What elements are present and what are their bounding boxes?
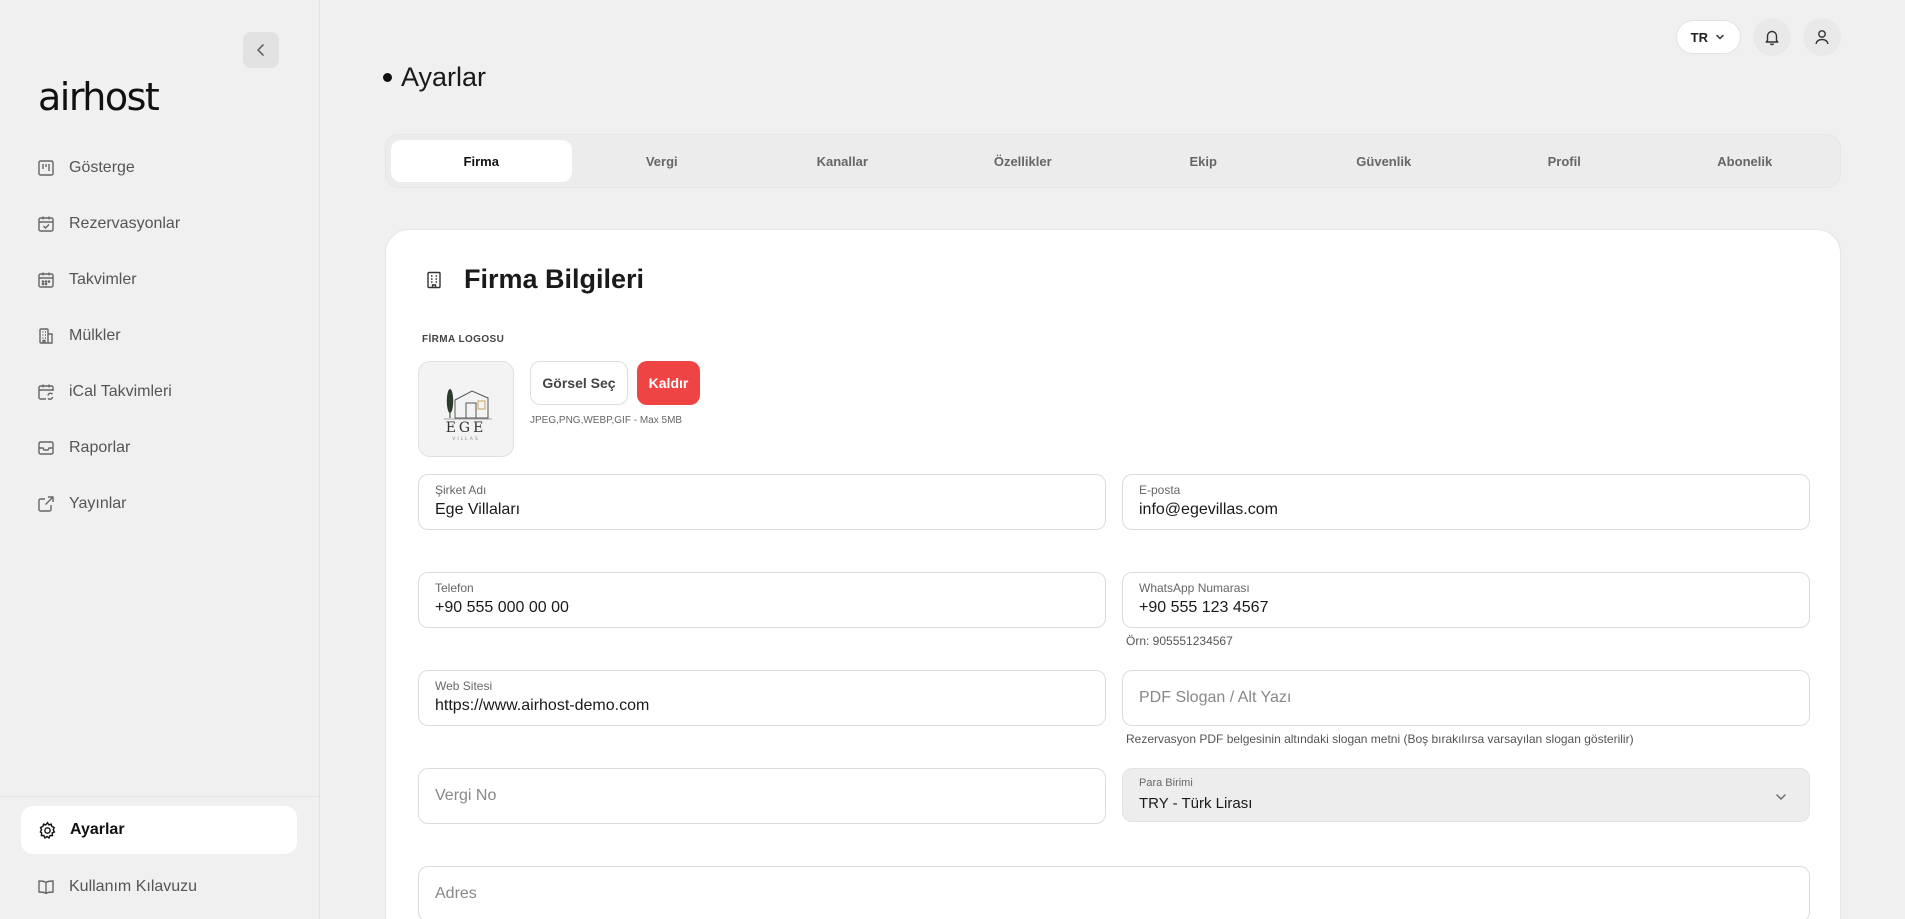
svg-text:EGE: EGE <box>446 420 487 436</box>
sidebar-item-kullanim-kilavuzu[interactable]: Kullanım Kılavuzu <box>0 859 320 915</box>
external-link-icon <box>36 494 56 514</box>
settings-tabs: Firma Vergi Kanallar Özellikler Ekip Güv… <box>385 134 1841 188</box>
chevron-down-icon <box>1776 794 1786 800</box>
sidebar-item-label: Rezervasyonlar <box>69 215 181 232</box>
language-selector[interactable]: TR <box>1675 20 1741 54</box>
dashboard-icon <box>36 158 56 178</box>
building-icon <box>422 268 446 292</box>
tax-no-field[interactable]: Vergi No <box>418 768 1106 824</box>
sidebar-item-label: Mülkler <box>69 327 121 344</box>
page-title: Ayarlar <box>383 62 486 93</box>
remove-image-button[interactable]: Kaldır <box>637 361 700 405</box>
whatsapp-hint: Örn: 905551234567 <box>1126 634 1233 648</box>
tab-profil[interactable]: Profil <box>1474 140 1655 182</box>
company-name-field[interactable]: Şirket Adı Ege Villaları <box>418 474 1106 530</box>
tax-no-input[interactable]: Vergi No <box>435 777 1089 815</box>
company-logo-preview: EGE VILLAS <box>418 361 514 457</box>
select-image-button[interactable]: Görsel Seç <box>530 361 628 405</box>
sidebar-item-label: Yayınlar <box>69 495 127 512</box>
pdf-slogan-input[interactable]: PDF Slogan / Alt Yazı <box>1139 679 1793 717</box>
sidebar-divider <box>0 796 320 797</box>
address-field[interactable]: Adres <box>418 866 1810 919</box>
logo-text: airhost <box>38 75 160 119</box>
calendar-icon <box>36 270 56 290</box>
sidebar-item-mulkler[interactable]: Mülkler <box>0 308 320 364</box>
calendar-check-icon <box>36 214 56 234</box>
language-label: TR <box>1690 29 1708 45</box>
notifications-button[interactable] <box>1753 18 1791 56</box>
title-bullet <box>383 73 392 82</box>
sidebar-item-takvimler[interactable]: Takvimler <box>0 252 320 308</box>
logo-section-label: FİRMA LOGOSU <box>422 334 505 345</box>
currency-value: TRY - Türk Lirası <box>1139 795 1253 812</box>
tab-guvenlik[interactable]: Güvenlik <box>1294 140 1475 182</box>
tab-firma[interactable]: Firma <box>391 140 572 182</box>
chevron-left-icon <box>257 44 264 56</box>
sidebar-item-raporlar[interactable]: Raporlar <box>0 420 320 476</box>
sidebar-item-label: Takvimler <box>69 271 137 288</box>
website-field[interactable]: Web Sitesi https://www.airhost-demo.com <box>418 670 1106 726</box>
airhost-logo[interactable]: airhost <box>38 74 160 120</box>
field-label: Para Birimi <box>1139 777 1193 789</box>
tab-ozellikler[interactable]: Özellikler <box>933 140 1114 182</box>
sidebar-item-label: Raporlar <box>69 439 131 456</box>
card-title: Firma Bilgileri <box>464 264 645 294</box>
sidebar: airhost Gösterge Rezervasyonlar Takvimle… <box>0 0 320 919</box>
field-label: Telefon <box>435 581 474 595</box>
website-input[interactable]: https://www.airhost-demo.com <box>435 697 1089 715</box>
company-info-card: Firma Bilgileri FİRMA LOGOSU EGE VILLAS … <box>385 229 1841 919</box>
sidebar-item-ical-takvimleri[interactable]: iCal Takvimleri <box>0 364 320 420</box>
page-title-text: Ayarlar <box>401 62 487 92</box>
phone-field[interactable]: Telefon +90 555 000 00 00 <box>418 572 1106 628</box>
sidebar-nav: Gösterge Rezervasyonlar Takvimler Mülkle… <box>0 140 320 532</box>
company-name-input[interactable]: Ege Villaları <box>435 501 1089 519</box>
collapse-sidebar-button[interactable] <box>243 32 279 68</box>
inbox-icon <box>36 438 56 458</box>
calendar-sync-icon <box>36 382 56 402</box>
sidebar-item-yayinlar[interactable]: Yayınlar <box>0 476 320 532</box>
tab-kanallar[interactable]: Kanallar <box>752 140 933 182</box>
tab-vergi[interactable]: Vergi <box>572 140 753 182</box>
address-input[interactable]: Adres <box>435 875 1793 913</box>
user-profile-button[interactable] <box>1803 18 1841 56</box>
building-icon <box>36 326 56 346</box>
whatsapp-field[interactable]: WhatsApp Numarası +90 555 123 4567 <box>1122 572 1810 628</box>
sidebar-item-label: iCal Takvimleri <box>69 383 172 400</box>
sidebar-item-label: Kullanım Kılavuzu <box>69 878 198 895</box>
sidebar-item-rezervasyonlar[interactable]: Rezervasyonlar <box>0 196 320 252</box>
card-header: Firma Bilgileri <box>422 264 644 295</box>
phone-input[interactable]: +90 555 000 00 00 <box>435 599 1089 617</box>
user-icon <box>1815 30 1829 45</box>
email-input[interactable]: info@egevillas.com <box>1139 501 1793 519</box>
book-icon <box>36 877 56 897</box>
file-format-hint: JPEG,PNG,WEBP,GIF - Max 5MB <box>530 415 683 426</box>
pdf-slogan-field[interactable]: PDF Slogan / Alt Yazı <box>1122 670 1810 726</box>
pdf-slogan-hint: Rezervasyon PDF belgesinin altındaki slo… <box>1126 732 1634 746</box>
ege-villas-logo: EGE VILLAS <box>444 389 492 442</box>
bell-icon <box>1765 30 1779 46</box>
field-label: Şirket Adı <box>435 483 487 497</box>
field-label: Web Sitesi <box>435 679 493 693</box>
tab-ekip[interactable]: Ekip <box>1113 140 1294 182</box>
header-actions: TR <box>1675 18 1841 56</box>
field-label: WhatsApp Numarası <box>1139 581 1250 595</box>
currency-select[interactable]: Para Birimi TRY - Türk Lirası <box>1122 768 1810 822</box>
field-label: E-posta <box>1139 483 1181 497</box>
chevron-down-icon <box>1716 34 1724 40</box>
sidebar-item-label: Gösterge <box>69 159 135 176</box>
sidebar-item-label: Ayarlar <box>70 821 125 838</box>
whatsapp-input[interactable]: +90 555 123 4567 <box>1139 599 1793 617</box>
tab-abonelik[interactable]: Abonelik <box>1655 140 1836 182</box>
svg-text:VILLAS: VILLAS <box>452 436 479 442</box>
gear-icon <box>37 820 57 840</box>
sidebar-item-ayarlar[interactable]: Ayarlar <box>21 806 297 854</box>
email-field[interactable]: E-posta info@egevillas.com <box>1122 474 1810 530</box>
sidebar-item-gosterge[interactable]: Gösterge <box>0 140 320 196</box>
